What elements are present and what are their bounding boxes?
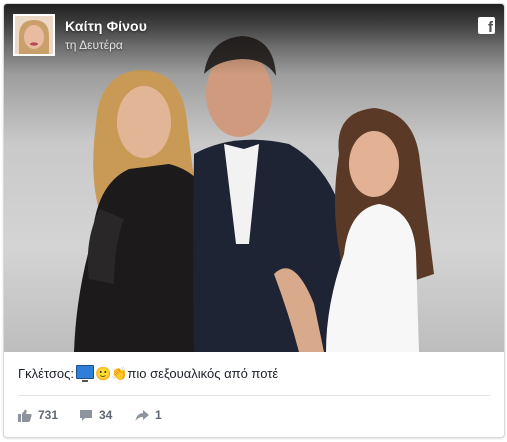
caption-prefix: Γκλέτσος: [18, 366, 75, 381]
caption-text: πιο σεξουαλικός από ποτέ [127, 366, 279, 381]
comments-count: 34 [99, 408, 113, 422]
facebook-icon[interactable]: f [478, 17, 495, 36]
likes-stat[interactable]: 731 [18, 408, 58, 422]
divider [18, 395, 490, 396]
share-arrow-icon [135, 409, 149, 421]
post-photo[interactable]: Καίτη Φίνου τη Δευτέρα f [4, 4, 504, 352]
avatar-image [15, 16, 53, 54]
post-caption: Γκλέτσος: 🙂👏πιο σεξουαλικός από ποτέ [18, 365, 278, 382]
author-avatar[interactable] [13, 14, 55, 56]
post-timestamp[interactable]: τη Δευτέρα [65, 38, 123, 52]
post-header: Καίτη Φίνου τη Δευτέρα f [4, 4, 504, 62]
thumbs-up-icon [18, 409, 32, 422]
comment-icon [80, 409, 92, 421]
shares-stat[interactable]: 1 [135, 408, 162, 422]
embedded-post-card: Καίτη Φίνου τη Δευτέρα f Γκλέτσος: 🙂👏πιο … [3, 3, 505, 438]
caption-emojis: 🙂👏 [95, 366, 128, 381]
likes-count: 731 [38, 408, 59, 422]
television-icon [76, 365, 95, 382]
shares-count: 1 [155, 408, 162, 422]
comments-stat[interactable]: 34 [79, 408, 112, 422]
author-name[interactable]: Καίτη Φίνου [65, 18, 147, 34]
